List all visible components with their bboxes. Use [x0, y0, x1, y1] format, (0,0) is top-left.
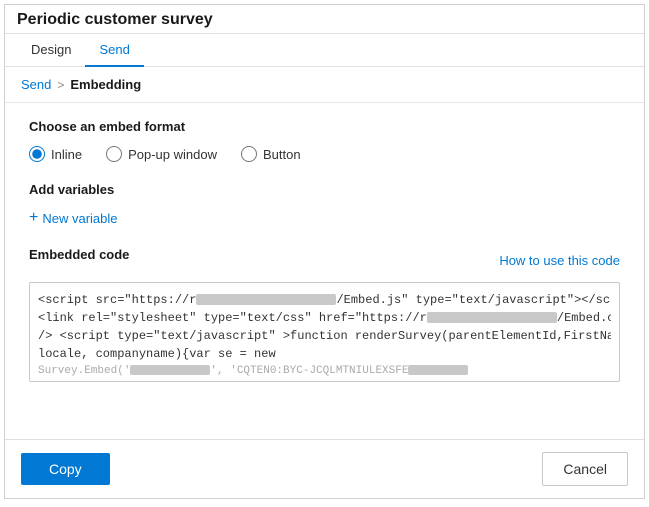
cancel-button[interactable]: Cancel — [542, 452, 628, 486]
radio-inline-label: Inline — [51, 147, 82, 162]
redacted-4 — [408, 365, 468, 375]
main-content: Choose an embed format Inline Pop-up win… — [5, 103, 644, 398]
tab-send[interactable]: Send — [85, 34, 143, 67]
radio-inline[interactable]: Inline — [29, 146, 82, 162]
radio-button[interactable]: Button — [241, 146, 301, 162]
new-variable-label: New variable — [42, 211, 117, 226]
dialog-container: Periodic customer survey Design Send Sen… — [4, 4, 645, 499]
radio-inline-input[interactable] — [29, 146, 45, 162]
title-bar: Periodic customer survey — [5, 5, 644, 34]
copy-button[interactable]: Copy — [21, 453, 110, 485]
embedded-code-header: Embedded code How to use this code — [29, 247, 620, 274]
radio-popup-input[interactable] — [106, 146, 122, 162]
nav-tabs: Design Send — [5, 34, 644, 67]
redacted-1 — [196, 294, 336, 305]
embed-format-label: Choose an embed format — [29, 119, 620, 134]
code-line-2: <link rel="stylesheet" type="text/css" h… — [38, 309, 611, 327]
code-box-inner: <script src="https://r/Embed.js" type="t… — [38, 291, 611, 380]
code-line-1: <script src="https://r/Embed.js" type="t… — [38, 291, 611, 309]
plus-icon: + — [29, 209, 38, 227]
variables-label: Add variables — [29, 182, 620, 197]
code-line-4: locale, companyname){var se = new — [38, 345, 611, 363]
radio-button-input[interactable] — [241, 146, 257, 162]
code-line-3: /> <script type="text/javascript" >funct… — [38, 327, 611, 345]
embedded-code-label: Embedded code — [29, 247, 129, 262]
radio-button-label: Button — [263, 147, 301, 162]
redacted-3 — [130, 365, 210, 375]
embed-format-section: Choose an embed format Inline Pop-up win… — [29, 119, 620, 162]
breadcrumb-separator: > — [57, 78, 64, 92]
breadcrumb: Send > Embedding — [5, 67, 644, 103]
radio-group: Inline Pop-up window Button — [29, 146, 620, 162]
new-variable-button[interactable]: + New variable — [29, 209, 118, 227]
breadcrumb-current: Embedding — [70, 77, 141, 92]
code-box: <script src="https://r/Embed.js" type="t… — [29, 282, 620, 382]
how-to-link[interactable]: How to use this code — [499, 253, 620, 268]
radio-popup-label: Pop-up window — [128, 147, 217, 162]
bottom-bar: Copy Cancel — [5, 439, 644, 498]
breadcrumb-parent[interactable]: Send — [21, 77, 51, 92]
tab-design[interactable]: Design — [17, 34, 85, 67]
embedded-code-section: Embedded code How to use this code <scri… — [29, 247, 620, 382]
variables-section: Add variables + New variable — [29, 182, 620, 227]
code-line-5: Survey.Embed('', 'CQTEN0:BYC-JCQLMTNIULE… — [38, 363, 611, 380]
page-title: Periodic customer survey — [17, 11, 632, 29]
radio-popup[interactable]: Pop-up window — [106, 146, 217, 162]
redacted-2 — [427, 312, 557, 323]
